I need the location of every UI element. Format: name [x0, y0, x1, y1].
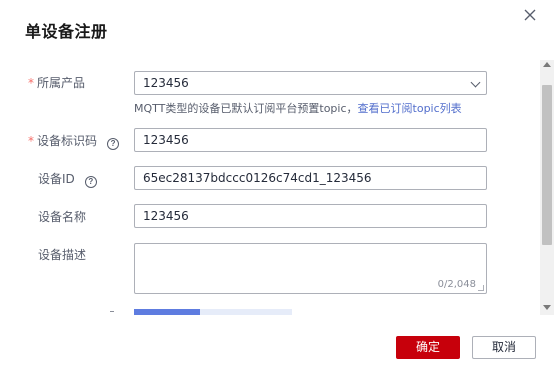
node-id-label: * 设备标识码? — [28, 132, 120, 150]
required-mark: * — [28, 76, 34, 90]
product-select[interactable]: 123456 — [134, 71, 487, 95]
view-subscribed-topics-link[interactable]: 查看已订阅topic列表 — [358, 102, 462, 115]
required-mark: * — [28, 134, 34, 148]
device-name-label: 设备名称 — [38, 210, 87, 224]
device-id-value: 65ec28137bdccc0126c74cd1_123456 — [143, 171, 372, 185]
product-select-value: 123456 — [143, 76, 189, 90]
dialog-title: 单设备注册 — [25, 22, 108, 41]
description-label: 设备描述 — [38, 248, 87, 262]
description-textarea[interactable]: 0/2,048 — [134, 243, 487, 294]
progress-bar — [134, 309, 292, 315]
close-icon[interactable] — [522, 7, 538, 23]
device-id-input[interactable]: 65ec28137bdccc0126c74cd1_123456 — [134, 166, 487, 190]
confirm-button[interactable]: 确定 — [396, 336, 460, 359]
node-id-input[interactable]: 123456 — [134, 128, 487, 152]
cancel-button[interactable]: 取消 — [472, 336, 536, 359]
help-icon[interactable]: ? — [107, 138, 120, 150]
device-id-label-text: 设备ID — [38, 172, 75, 186]
node-id-value: 123456 — [143, 133, 189, 147]
device-name-value: 123456 — [143, 209, 189, 223]
divider — [110, 311, 114, 312]
register-device-dialog: 单设备注册 * 所属产品 123456 MQTT类型的设备已默认订阅平台预置top… — [0, 0, 554, 383]
product-label: * 所属产品 — [28, 74, 85, 91]
hint-text: MQTT类型的设备已默认订阅平台预置topic， — [134, 102, 358, 115]
resize-handle[interactable] — [478, 285, 484, 291]
subscription-hint: MQTT类型的设备已默认订阅平台预置topic，查看已订阅topic列表 — [134, 100, 462, 116]
device-name-input[interactable]: 123456 — [134, 204, 487, 228]
chevron-down-icon[interactable] — [470, 77, 481, 88]
device-id-label: 设备ID? — [38, 170, 97, 188]
progress-fill — [134, 309, 201, 315]
help-icon[interactable]: ? — [84, 176, 97, 188]
scroll-up-icon[interactable] — [543, 62, 551, 67]
product-label-text: 所属产品 — [37, 76, 86, 90]
scrollbar-thumb[interactable] — [542, 85, 552, 245]
scroll-down-icon[interactable] — [543, 305, 551, 310]
node-id-label-text: 设备标识码 — [37, 134, 98, 148]
char-counter: 0/2,048 — [437, 279, 476, 290]
